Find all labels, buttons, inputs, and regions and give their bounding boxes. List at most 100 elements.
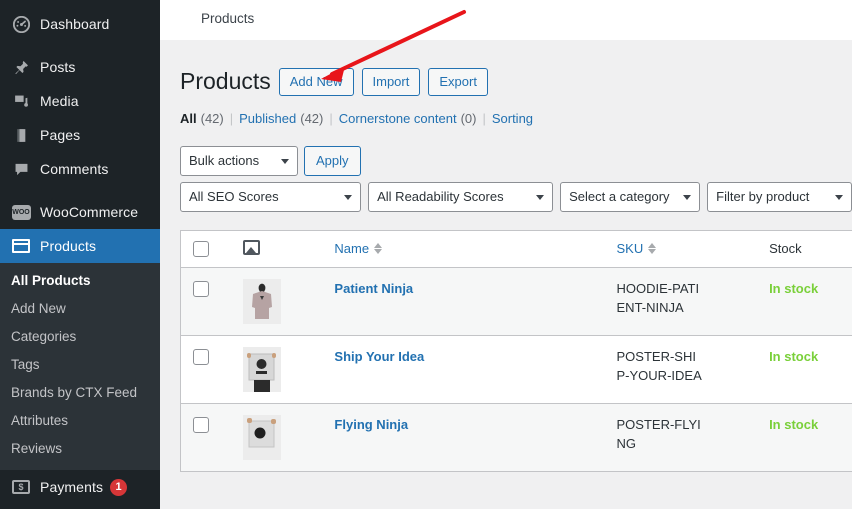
row-select-cell	[181, 267, 236, 335]
product-sku: POSTER-FLYING	[616, 416, 701, 451]
filters-row: All SEO Scores All Readability Scores Se…	[180, 181, 852, 212]
product-thumbnail[interactable]	[243, 346, 282, 392]
sidebar-divider-2	[0, 186, 160, 195]
stock-column: Stock	[759, 230, 852, 268]
sidebar-item-posts[interactable]: Posts	[0, 50, 160, 84]
sidebar-item-payments[interactable]: $ Payments 1	[0, 470, 160, 504]
sidebar-top-spacer	[0, 0, 160, 7]
wordpress-admin-screen: Dashboard Posts Media Pages Comments WOO…	[0, 0, 852, 509]
chevron-down-icon	[683, 194, 692, 200]
main-content: Products Products Add New Import Export …	[160, 0, 852, 509]
product-thumbnail[interactable]	[243, 278, 282, 324]
filter-link-published[interactable]: Published	[239, 111, 296, 126]
image-icon	[243, 239, 261, 255]
submenu-item-reviews[interactable]: Reviews	[0, 435, 160, 463]
breadcrumb: Products	[201, 11, 255, 26]
separator: |	[229, 110, 234, 126]
select-all-column	[180, 230, 236, 268]
table-body: Patient Ninja HOODIE-PATIENT-NINJA In st…	[180, 267, 852, 472]
stock-status: In stock	[769, 280, 819, 296]
product-name-link[interactable]: Patient Ninja	[334, 281, 413, 296]
filter-count-all: (42)	[200, 110, 224, 126]
product-type-value: Filter by product	[716, 189, 810, 205]
name-column: Name	[324, 230, 607, 268]
pin-icon	[11, 57, 31, 77]
readability-scores-select[interactable]: All Readability Scores	[368, 181, 554, 212]
sidebar-item-media[interactable]: Media	[0, 84, 160, 118]
filter-count-cornerstone: (0)	[460, 110, 477, 126]
page-wrap: Products Add New Import Export All (42) …	[160, 40, 852, 472]
submenu-item-brands-by-ctx-feed[interactable]: Brands by CTX Feed	[0, 379, 160, 407]
row-stock-cell: In stock	[759, 267, 852, 335]
dashboard-icon	[11, 14, 31, 34]
table-head: Name SKU Stock	[180, 230, 852, 268]
product-name-link[interactable]: Ship Your Idea	[334, 349, 424, 364]
admin-sidebar-menu: Dashboard Posts Media Pages Comments WOO…	[0, 0, 160, 509]
stock-column-label: Stock	[769, 241, 802, 257]
category-select[interactable]: Select a category	[560, 181, 701, 212]
filter-link-cornerstone-content[interactable]: Cornerstone content	[339, 111, 457, 126]
stock-status: In stock	[769, 348, 819, 364]
payments-badge: 1	[110, 478, 128, 496]
product-thumbnail[interactable]	[243, 414, 282, 460]
filter-link-all[interactable]: All	[180, 111, 197, 126]
row-select-cell	[181, 335, 236, 403]
poster-flying-ninja-image	[243, 414, 282, 460]
import-button[interactable]: Import	[361, 67, 421, 96]
product-name-link[interactable]: Flying Ninja	[334, 417, 408, 432]
poster-ship-your-idea-image	[243, 346, 282, 392]
sku-column: SKU	[606, 230, 760, 268]
row-checkbox[interactable]	[193, 416, 209, 433]
products-icon	[11, 236, 31, 256]
table-row: Patient Ninja HOODIE-PATIENT-NINJA In st…	[180, 267, 852, 336]
submenu-item-tags[interactable]: Tags	[0, 351, 160, 379]
product-sku: HOODIE-PATIENT-NINJA	[616, 280, 700, 315]
row-thumbnail-cell	[235, 403, 324, 471]
row-checkbox[interactable]	[193, 348, 209, 365]
sort-by-sku[interactable]: SKU	[617, 241, 657, 256]
readability-scores-value: All Readability Scores	[377, 189, 504, 205]
submenu-item-categories[interactable]: Categories	[0, 323, 160, 351]
submenu-item-all-products[interactable]: All Products	[0, 267, 160, 295]
sidebar-item-woocommerce[interactable]: WOO WooCommerce	[0, 195, 160, 229]
sidebar-item-label: Payments	[40, 479, 104, 495]
row-checkbox[interactable]	[193, 280, 209, 297]
sidebar-item-dashboard[interactable]: Dashboard	[0, 7, 160, 41]
seo-scores-select[interactable]: All SEO Scores	[180, 181, 362, 212]
media-icon	[11, 91, 31, 111]
product-type-select[interactable]: Filter by product	[707, 181, 852, 212]
row-thumbnail-cell	[235, 335, 324, 403]
sidebar-item-label: Media	[40, 93, 79, 109]
filter-link-all-item: All (42) |	[180, 111, 239, 126]
hoodie-image	[243, 278, 282, 324]
sidebar-item-pages[interactable]: Pages	[0, 118, 160, 152]
sku-column-label: SKU	[616, 241, 644, 257]
apply-button[interactable]: Apply	[304, 145, 361, 176]
sidebar-item-products[interactable]: Products	[0, 229, 160, 263]
submenu-item-attributes[interactable]: Attributes	[0, 407, 160, 435]
add-new-button[interactable]: Add New	[278, 67, 354, 96]
table-header-row: Name SKU Stock	[180, 230, 852, 268]
filter-link-published-item: Published (42) |	[239, 111, 339, 126]
row-thumbnail-cell	[235, 267, 324, 335]
bulk-actions-select[interactable]: Bulk actions	[180, 145, 298, 176]
filter-link-sorting[interactable]: Sorting	[492, 111, 533, 126]
sidebar-item-label: Posts	[40, 59, 76, 75]
row-stock-cell: In stock	[759, 403, 852, 471]
payments-icon: $	[11, 477, 31, 497]
row-sku-cell: HOODIE-PATIENT-NINJA	[607, 267, 760, 335]
products-table: Name SKU Stock Patient Ninja HOODIE-PATI…	[180, 229, 852, 472]
submenu-item-add-new[interactable]: Add New	[0, 295, 160, 323]
sort-by-name[interactable]: Name	[334, 241, 383, 256]
row-sku-cell: POSTER-SHIP-YOUR-IDEA	[607, 335, 760, 403]
chevron-down-icon	[344, 194, 353, 200]
page-title: Products	[180, 68, 271, 94]
chevron-down-icon	[281, 158, 289, 164]
row-stock-cell: In stock	[759, 335, 852, 403]
sidebar-item-label: Comments	[40, 161, 109, 177]
sidebar-item-comments[interactable]: Comments	[0, 152, 160, 186]
filter-count-published: (42)	[300, 110, 324, 126]
stock-status: In stock	[769, 416, 819, 432]
export-button[interactable]: Export	[428, 67, 488, 96]
select-all-checkbox[interactable]	[193, 240, 209, 257]
